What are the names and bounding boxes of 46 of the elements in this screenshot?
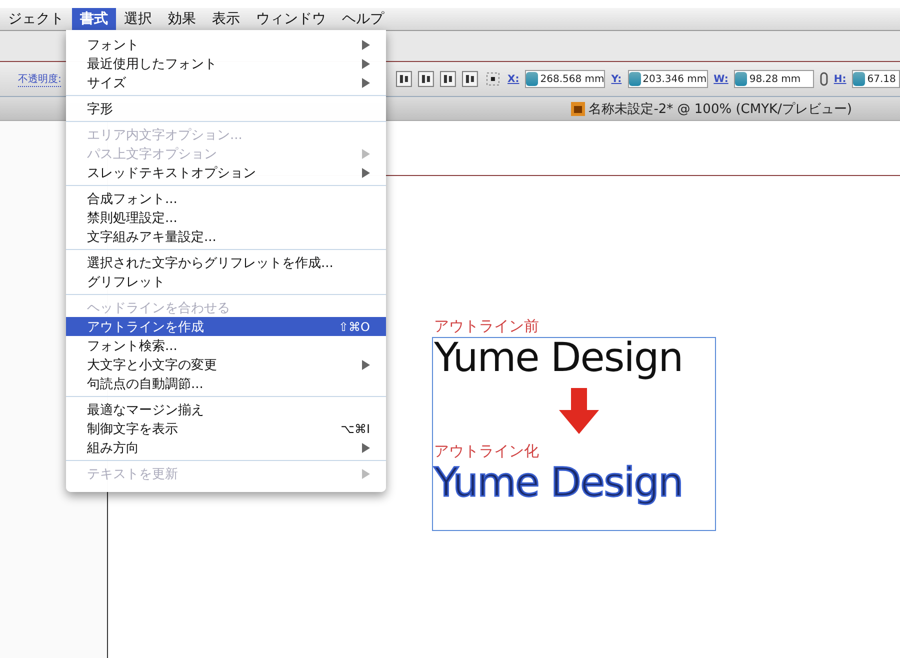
menu-title[interactable]: 選択 — [116, 8, 160, 30]
field-label: H: — [834, 74, 846, 84]
menu-title[interactable]: ウィンドウ — [248, 8, 334, 30]
menu-title[interactable]: 書式 — [72, 8, 116, 30]
value-field[interactable]: 203.346 mm — [628, 70, 708, 88]
opacity-label[interactable]: 不透明度: — [18, 72, 62, 86]
menu-title[interactable]: ジェクト — [0, 8, 72, 30]
document-icon — [570, 102, 585, 116]
menu-title[interactable]: ヘルプ — [334, 8, 392, 30]
menu-item[interactable]: 制御文字を表示 ⌥⌘I — [66, 419, 386, 438]
field-label: W: — [714, 74, 728, 84]
menu-item[interactable]: 選択された文字からグリフレットを作成... — [66, 253, 386, 272]
sample-text: Yume Design — [434, 336, 684, 380]
menu-item[interactable]: スレッドテキストオプション — [66, 163, 386, 182]
outlined-text: Yume Design — [434, 461, 684, 505]
menu-item[interactable]: 禁則処理設定... — [66, 208, 386, 227]
menu-item[interactable]: フォント — [66, 35, 386, 54]
field-label: Y: — [611, 74, 622, 84]
menu-item[interactable]: 大文字と小文字の変更 — [66, 355, 386, 374]
menu-item[interactable]: サイズ — [66, 73, 386, 92]
menu-item[interactable]: 最近使用したフォント — [66, 54, 386, 73]
menu-item[interactable]: 合成フォント... — [66, 189, 386, 208]
document-title: 名称未設定-2* @ 100% (CMYK/プレビュー) — [588, 100, 852, 118]
menu-item[interactable]: 字形 — [66, 99, 386, 118]
align-icon[interactable] — [462, 71, 478, 87]
menu-title[interactable]: 効果 — [160, 8, 204, 30]
caption: アウトライン化 — [434, 442, 540, 461]
value-field[interactable]: 67.18 — [852, 70, 900, 88]
align-icon[interactable] — [418, 71, 434, 87]
menu-item[interactable]: 最適なマージン揃え — [66, 400, 386, 419]
menu-item[interactable]: 文字組みアキ量設定... — [66, 227, 386, 246]
menu-item[interactable]: グリフレット — [66, 272, 386, 291]
value-field[interactable]: 98.28 mm — [734, 70, 814, 88]
down-arrow-icon — [559, 388, 599, 434]
align-icon[interactable] — [440, 71, 456, 87]
field-label: X: — [508, 74, 520, 84]
align-icon[interactable] — [396, 71, 412, 87]
menu-title[interactable]: 表示 — [204, 8, 248, 30]
value-field[interactable]: 268.568 mm — [525, 70, 606, 88]
menu-item[interactable]: アウトラインを作成 ⇧⌘O — [66, 317, 386, 336]
caption: アウトライン前 — [434, 317, 540, 336]
reference-point-icon[interactable] — [484, 70, 502, 88]
menu-item[interactable]: 組み方向 — [66, 438, 386, 457]
link-icon[interactable] — [820, 72, 828, 86]
menu-item[interactable]: 句読点の自動調節... — [66, 374, 386, 393]
menu-item[interactable]: フォント検索... — [66, 336, 386, 355]
